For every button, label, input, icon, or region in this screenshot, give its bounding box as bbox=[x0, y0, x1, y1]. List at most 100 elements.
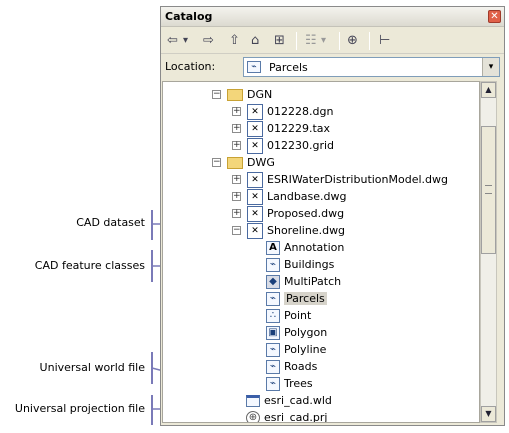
tree-item-label: Roads bbox=[284, 360, 318, 373]
window-title: Catalog bbox=[165, 10, 213, 23]
scroll-up-button[interactable]: ▲ bbox=[481, 82, 496, 98]
cad-drawing-icon: ✕ bbox=[247, 137, 263, 154]
polyline-feature-icon: ⌁ bbox=[266, 342, 280, 357]
connect-folder-icon[interactable]: ⊞ bbox=[274, 31, 285, 51]
toolbar-separator bbox=[339, 32, 340, 50]
location-label: Location: bbox=[165, 60, 216, 73]
toolbar-separator bbox=[369, 32, 370, 50]
polygon-feature-icon: ▣ bbox=[266, 325, 280, 340]
tree-item-label: DWG bbox=[247, 156, 275, 169]
tree-item-label: Parcels bbox=[284, 292, 327, 305]
bracket-cad-dataset bbox=[151, 210, 153, 240]
tree-item-feature-class-selected[interactable]: ⌁ Parcels bbox=[266, 290, 327, 307]
tree-item-label: esri_cad.prj bbox=[264, 411, 328, 423]
expand-icon[interactable]: + bbox=[232, 141, 241, 150]
tree-item-label: 012229.tax bbox=[267, 122, 331, 135]
tree-item-label: Shoreline.dwg bbox=[267, 224, 346, 237]
polygon-feature-icon: ⌁ bbox=[247, 61, 261, 73]
tree-item[interactable]: + ✕ 012229.tax bbox=[232, 120, 330, 137]
bracket-projection-file bbox=[151, 395, 153, 425]
tree-item-feature-class[interactable]: ◆ MultiPatch bbox=[266, 273, 341, 290]
collapse-icon[interactable]: − bbox=[212, 158, 221, 167]
toggle-tree-icon[interactable]: ⊢ bbox=[379, 31, 390, 51]
back-dropdown-icon[interactable]: ▾ bbox=[183, 31, 188, 51]
tree-item-label: Landbase.dwg bbox=[267, 190, 347, 203]
cad-drawing-icon: ✕ bbox=[247, 171, 263, 188]
tree-item-feature-class[interactable]: A Annotation bbox=[266, 239, 344, 256]
cad-drawing-icon: ✕ bbox=[247, 222, 263, 239]
collapse-icon[interactable]: − bbox=[232, 226, 241, 235]
bracket-world-file bbox=[151, 352, 153, 384]
polygon-feature-icon: ⌁ bbox=[266, 257, 280, 272]
multipatch-icon: ◆ bbox=[266, 274, 280, 289]
location-combobox[interactable]: ⌁ Parcels ▾ bbox=[243, 57, 500, 77]
tree-item-label: DGN bbox=[247, 88, 273, 101]
tree-item-dgn-folder[interactable]: − DGN bbox=[212, 86, 272, 103]
annotation-icon: A bbox=[266, 240, 280, 255]
location-row: Location: ⌁ Parcels ▾ bbox=[161, 55, 504, 79]
catalog-tree: − DGN + ✕ 012228.dgn + ✕ 012229.tax + ✕ … bbox=[162, 81, 480, 423]
tree-item-feature-class[interactable]: ▣ Polygon bbox=[266, 324, 327, 341]
polygon-feature-icon: ⌁ bbox=[266, 291, 280, 306]
vertical-scrollbar[interactable]: ▲ ▼ bbox=[480, 81, 497, 423]
collapse-icon[interactable]: − bbox=[212, 90, 221, 99]
expand-icon[interactable]: + bbox=[232, 175, 241, 184]
expand-icon[interactable]: + bbox=[232, 209, 241, 218]
forward-icon[interactable]: ⇨ bbox=[203, 31, 214, 51]
tree-item-label: 012230.grid bbox=[267, 139, 335, 152]
expand-icon[interactable]: + bbox=[232, 124, 241, 133]
expand-icon[interactable]: + bbox=[232, 107, 241, 116]
scroll-thumb[interactable] bbox=[481, 126, 496, 254]
tree-item-label: MultiPatch bbox=[284, 275, 342, 288]
tree-item-shoreline[interactable]: − ✕ Shoreline.dwg bbox=[232, 222, 345, 239]
label-cad-feature-classes: CAD feature classes bbox=[34, 259, 145, 272]
tree-item-label: Buildings bbox=[284, 258, 335, 271]
cad-drawing-icon: ✕ bbox=[247, 103, 263, 120]
tree-item-feature-class[interactable]: ⌁ Roads bbox=[266, 358, 317, 375]
globe-icon: ⊕ bbox=[246, 410, 260, 422]
tree-item[interactable]: + ✕ 012230.grid bbox=[232, 137, 334, 154]
scroll-down-button[interactable]: ▼ bbox=[481, 406, 496, 422]
cad-drawing-icon: ✕ bbox=[247, 205, 263, 222]
tree-item[interactable]: + ✕ ESRIWaterDistributionModel.dwg bbox=[232, 171, 448, 188]
view-dropdown-icon[interactable]: ▾ bbox=[321, 31, 326, 51]
grip-icon bbox=[485, 185, 492, 194]
tree-item-feature-class[interactable]: ∴ Point bbox=[266, 307, 311, 324]
tree-item-label: Proposed.dwg bbox=[267, 207, 345, 220]
tree-item-world-file[interactable]: esri_cad.wld bbox=[246, 392, 332, 409]
tree-item-label: ESRIWaterDistributionModel.dwg bbox=[267, 173, 448, 186]
tree-item-label: Trees bbox=[284, 377, 313, 390]
tree-item-feature-class[interactable]: ⌁ Buildings bbox=[266, 256, 334, 273]
tree-item-label: 012228.dgn bbox=[267, 105, 334, 118]
tree-item[interactable]: + ✕ 012228.dgn bbox=[232, 103, 333, 120]
polyline-feature-icon: ⌁ bbox=[266, 359, 280, 374]
tree-item-dwg-folder[interactable]: − DWG bbox=[212, 154, 275, 171]
label-universal-world-file: Universal world file bbox=[39, 361, 145, 374]
chevron-down-icon[interactable]: ▾ bbox=[482, 58, 499, 76]
tree-item[interactable]: + ✕ Proposed.dwg bbox=[232, 205, 344, 222]
home-icon[interactable]: ⌂ bbox=[251, 31, 259, 51]
toolbar: ⇦ ▾ ⇨ ⇧ ⌂ ⊞ ☷ ▾ ⊕ ⊢ bbox=[161, 28, 504, 54]
folder-icon bbox=[227, 88, 243, 101]
title-bar[interactable]: Catalog ✕ bbox=[161, 7, 504, 27]
folder-icon bbox=[227, 156, 243, 169]
tree-item-projection-file[interactable]: ⊕ esri_cad.prj bbox=[246, 409, 328, 423]
tree-item-feature-class[interactable]: ⌁ Polyline bbox=[266, 341, 326, 358]
cad-drawing-icon: ✕ bbox=[247, 188, 263, 205]
tree-item[interactable]: + ✕ Landbase.dwg bbox=[232, 188, 347, 205]
catalog-window: Catalog ✕ ⇦ ▾ ⇨ ⇧ ⌂ ⊞ ☷ ▾ ⊕ ⊢ Location: … bbox=[160, 6, 505, 426]
bracket-cad-feature-classes bbox=[151, 250, 153, 282]
view-options-icon[interactable]: ☷ bbox=[305, 31, 317, 51]
tree-item-label: Annotation bbox=[284, 241, 345, 254]
tree-item-feature-class[interactable]: ⌁ Trees bbox=[266, 375, 313, 392]
add-folder-icon[interactable]: ⊕ bbox=[347, 31, 358, 51]
label-cad-dataset: CAD dataset bbox=[76, 216, 145, 229]
up-one-level-icon[interactable]: ⇧ bbox=[229, 31, 240, 51]
label-universal-projection-file: Universal projection file bbox=[14, 402, 145, 415]
location-value: Parcels bbox=[269, 60, 308, 74]
back-icon[interactable]: ⇦ bbox=[167, 31, 178, 51]
close-button[interactable]: ✕ bbox=[488, 10, 501, 23]
world-file-icon bbox=[246, 394, 260, 407]
tree-item-label: Polygon bbox=[284, 326, 328, 339]
expand-icon[interactable]: + bbox=[232, 192, 241, 201]
